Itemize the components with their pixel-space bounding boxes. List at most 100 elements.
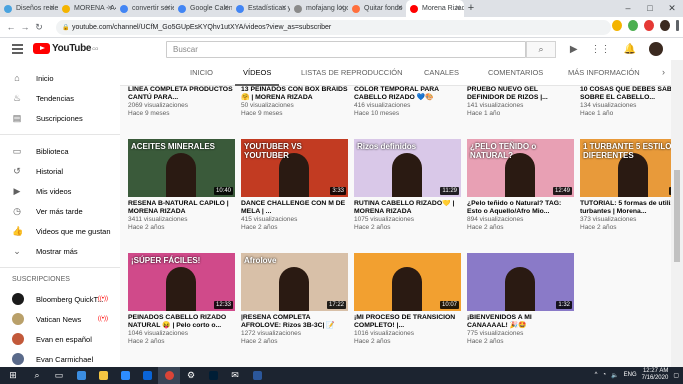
sidebar-item-home[interactable]: ⌂ Inicio xyxy=(0,68,120,88)
star-icon[interactable] xyxy=(612,20,622,31)
browser-tab[interactable]: Google Calen ✕ xyxy=(174,0,232,17)
close-tab-icon[interactable]: ✕ xyxy=(455,4,461,12)
video-card[interactable]: YOUTUBER VS YOUTUBER 3:33 DANCE CHALLENGE … xyxy=(241,139,348,232)
sidebar-item-my-videos[interactable]: ▶ Mis videos xyxy=(0,181,120,201)
close-tab-icon[interactable]: ✕ xyxy=(339,4,345,12)
browser-tab[interactable]: Quitar fondo ✕ xyxy=(348,0,406,17)
browser-tab[interactable]: mofajang logo ✕ xyxy=(290,0,348,17)
minimize-icon[interactable]: – xyxy=(617,0,639,17)
account-avatar[interactable] xyxy=(649,42,663,56)
close-window-icon[interactable]: ✕ xyxy=(661,0,683,17)
video-title[interactable]: COLOR TEMPORAL PARA CABELLO RIZADO 💙🎨 xyxy=(354,86,461,102)
maximize-icon[interactable]: □ xyxy=(639,0,661,17)
video-card[interactable]: ACEITES MINERALES 10:40 RESEÑA B-NATURAL C… xyxy=(128,139,235,232)
close-tab-icon[interactable]: ✕ xyxy=(49,4,55,12)
video-title[interactable]: PRUEBO NUEVO GEL DEFINIDOR DE RIZOS |... xyxy=(467,86,574,102)
youtube-logo[interactable]: YouTube CO xyxy=(33,43,98,54)
sidebar-item-history[interactable]: ↺ Historial xyxy=(0,161,120,181)
windows-start-icon[interactable]: ⊞ xyxy=(0,367,26,384)
zoom-icon[interactable] xyxy=(114,367,136,384)
video-title[interactable]: ¡BIENVENIDOS A MI CANAAAAL! 🎉🤩 xyxy=(467,314,574,330)
close-tab-icon[interactable]: ✕ xyxy=(165,4,171,12)
url-field[interactable]: 🔒 youtube.com/channel/UCfM_Go5GUpEsKYQhv… xyxy=(56,20,611,35)
mail-icon[interactable]: ✉ xyxy=(224,367,246,384)
close-tab-icon[interactable]: ✕ xyxy=(281,4,287,12)
video-thumbnail[interactable] xyxy=(354,60,461,83)
scrollbar-thumb[interactable] xyxy=(674,170,680,262)
sidebar-item-watch-later[interactable]: ◷ Ver más tarde xyxy=(0,201,120,221)
sidebar-item-flame[interactable]: ♨ Tendencias xyxy=(0,88,120,108)
extension-icon[interactable] xyxy=(644,20,654,31)
video-thumbnail[interactable]: YOUTUBER VS YOUTUBER 3:33 xyxy=(241,139,348,197)
video-card[interactable]: 13 PEINADOS CON BOX BRAIDS🤗 | MORENA RIZ… xyxy=(241,60,348,118)
video-card[interactable]: 1:32 ¡BIENVENIDOS A MI CANAAAAL! 🎉🤩 775 vi… xyxy=(467,253,574,346)
sidebar-item-library[interactable]: ▭ Biblioteca xyxy=(0,141,120,161)
video-title[interactable]: RUTINA CABELLO RIZADO💛 | MORENA RIZADA xyxy=(354,200,461,216)
video-thumbnail[interactable]: 10:07 xyxy=(354,253,461,311)
browser-tab[interactable]: convertir serie ✕ xyxy=(116,0,174,17)
video-thumbnail[interactable]: Rizos definidos 11:29 xyxy=(354,139,461,197)
video-title[interactable]: ¿Pelo teñido o Natural? TAG: Esto o Aque… xyxy=(467,200,574,216)
sidebar-item-like[interactable]: 👍 Videos que me gustan xyxy=(0,221,120,241)
sidebar-item-subscriptions[interactable]: ▤ Suscripciones xyxy=(0,108,120,128)
video-title[interactable]: LÍNEA COMPLETA PRODUCTOS CANTÚ PARA... xyxy=(128,86,235,102)
video-thumbnail[interactable] xyxy=(467,60,574,83)
create-video-icon[interactable]: ▶︎ xyxy=(570,44,578,55)
video-title[interactable]: TUTORIAL: 5 formas de utilizar turbantes… xyxy=(580,200,671,216)
video-thumbnail[interactable] xyxy=(580,60,671,83)
notifications-bell-icon[interactable]: 🔔 xyxy=(624,44,636,55)
video-card[interactable]: LÍNEA COMPLETA PRODUCTOS CANTÚ PARA... 20… xyxy=(128,60,235,118)
edge-icon[interactable] xyxy=(70,367,92,384)
reload-icon[interactable]: ↻ xyxy=(32,22,46,33)
video-title[interactable]: 10 COSAS QUE DEBES SABER SOBRE EL CABELL… xyxy=(580,86,671,102)
subscription-item[interactable]: Evan Carmichael xyxy=(0,349,120,369)
file-explorer-icon[interactable] xyxy=(92,367,114,384)
video-card[interactable]: Afrolove 17:22 |RESEÑA COMPLETA AFROLOVE: … xyxy=(241,253,348,346)
video-thumbnail[interactable]: ¡SÚPER FÁCILES! 12:33 xyxy=(128,253,235,311)
notifications-icon[interactable]: ▢ xyxy=(673,372,679,379)
subscription-item[interactable]: Bloomberg QuickT... ((•)) xyxy=(0,289,120,309)
scrollbar[interactable] xyxy=(671,60,683,367)
video-title[interactable]: DANCE CHALLENGE CON M DE MELA | ... xyxy=(241,200,348,216)
outlook-icon[interactable] xyxy=(136,367,158,384)
menu-icon[interactable] xyxy=(676,20,679,31)
chrome-icon[interactable] xyxy=(158,367,180,384)
video-thumbnail[interactable]: ACEITES MINERALES 10:40 xyxy=(128,139,235,197)
video-thumbnail[interactable]: 1 TURBANTE 5 ESTILOS DIFERENTES5:49 xyxy=(580,139,671,197)
task-view-icon[interactable]: ▭ xyxy=(48,367,70,384)
close-tab-icon[interactable]: ✕ xyxy=(107,4,113,12)
extension-icon[interactable] xyxy=(628,20,638,31)
photoshop-icon[interactable] xyxy=(202,367,224,384)
video-thumbnail[interactable]: ¿PELO TEÑIDO o NATURAL? 12:49 xyxy=(467,139,574,197)
new-tab-button[interactable]: + xyxy=(464,0,478,17)
video-title[interactable]: ¡MI PROCESO DE TRANSICIÓN COMPLETO! |... xyxy=(354,314,461,330)
video-title[interactable]: PEINADOS CABELLO RIZADO NATURAL 😝 | Pelo… xyxy=(128,314,235,330)
chevron-up-icon[interactable]: ^ xyxy=(595,372,598,378)
video-title[interactable]: |RESEÑA COMPLETA AFROLOVE: Rizos 3B-3C| … xyxy=(241,314,348,330)
close-tab-icon[interactable]: ✕ xyxy=(223,4,229,12)
browser-tab[interactable]: MORENA - A4 ✕ xyxy=(58,0,116,17)
network-icon[interactable]: ◔ xyxy=(603,372,607,378)
video-card[interactable]: ¡SÚPER FÁCILES! 12:33 PEINADOS CABELLO RIZ… xyxy=(128,253,235,346)
video-card[interactable]: Rizos definidos 11:29 RUTINA CABELLO RIZAD… xyxy=(354,139,461,232)
forward-icon[interactable]: → xyxy=(18,22,32,32)
settings-icon[interactable]: ⚙ xyxy=(180,367,202,384)
video-card[interactable]: PRUEBO NUEVO GEL DEFINIDOR DE RIZOS |...… xyxy=(467,60,574,118)
apps-grid-icon[interactable]: ⋮⋮ xyxy=(591,44,611,55)
hamburger-menu-icon[interactable] xyxy=(12,44,23,56)
video-card[interactable]: 10 COSAS QUE DEBES SABER SOBRE EL CABELL… xyxy=(580,60,671,118)
video-card[interactable]: 1 TURBANTE 5 ESTILOS DIFERENTES5:49 TUTOR… xyxy=(580,139,671,232)
video-thumbnail[interactable]: 1:32 xyxy=(467,253,574,311)
search-icon[interactable]: ⌕ xyxy=(26,367,48,384)
video-thumbnail[interactable]: Afrolove 17:22 xyxy=(241,253,348,311)
search-input[interactable]: Buscar xyxy=(166,41,526,58)
close-tab-icon[interactable]: ✕ xyxy=(397,4,403,12)
video-thumbnail[interactable] xyxy=(241,60,348,83)
back-icon[interactable]: ← xyxy=(4,22,18,32)
search-button[interactable]: ⌕ xyxy=(526,41,556,58)
video-thumbnail[interactable] xyxy=(128,60,235,83)
volume-icon[interactable]: 🔈 xyxy=(611,372,618,379)
video-title[interactable]: 13 PEINADOS CON BOX BRAIDS🤗 | MORENA RIZ… xyxy=(241,86,348,102)
video-card[interactable]: COLOR TEMPORAL PARA CABELLO RIZADO 💙🎨 416… xyxy=(354,60,461,118)
subscription-item[interactable]: Vatican News ((•)) xyxy=(0,309,120,329)
